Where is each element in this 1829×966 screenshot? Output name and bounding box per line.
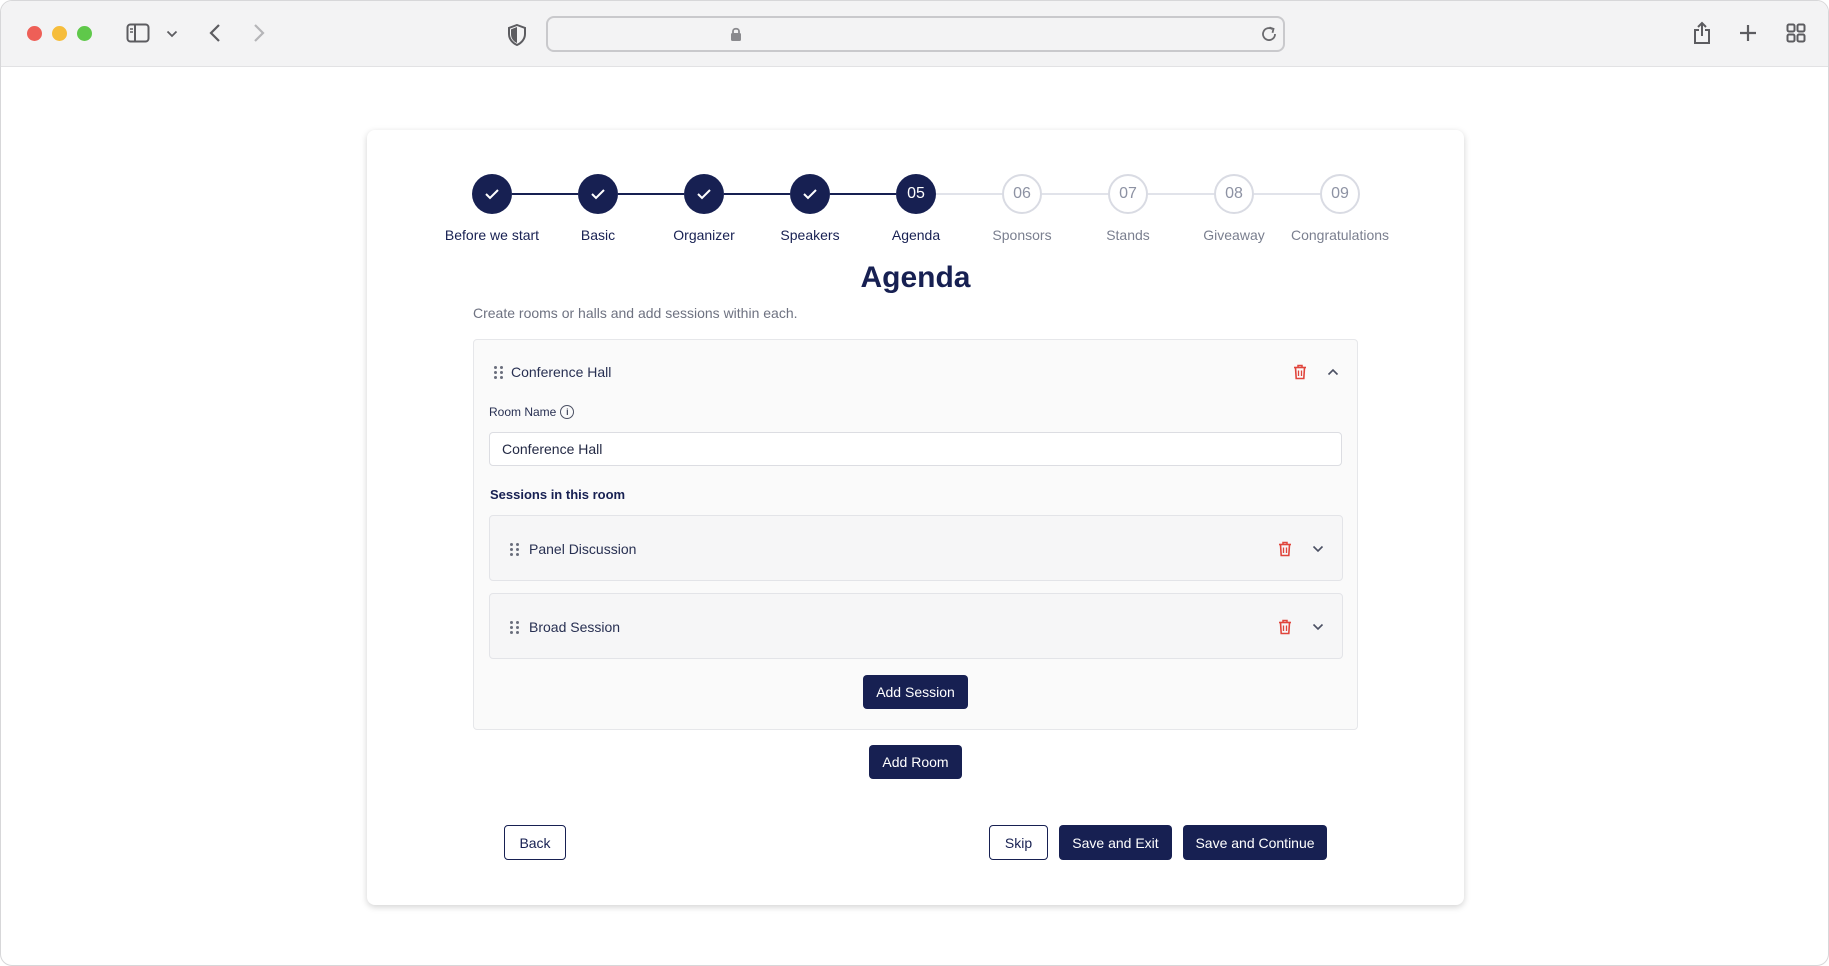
sidebar-toggle-icon[interactable] [125,21,151,45]
delete-session-trash-icon[interactable] [1276,618,1294,636]
page-description: Create rooms or halls and add sessions w… [473,305,798,321]
check-icon [578,174,618,214]
skip-button[interactable]: Skip [989,825,1048,860]
add-room-button[interactable]: Add Room [869,745,962,779]
chevron-down-icon[interactable] [1309,620,1327,634]
session-title: Broad Session [529,619,621,635]
back-arrow-icon[interactable] [205,21,225,45]
drag-handle-icon[interactable] [510,621,519,634]
check-icon [790,174,830,214]
drag-handle-icon[interactable] [494,366,503,379]
page-title: Agenda [860,261,971,294]
check-icon [684,174,724,214]
minimize-window-button[interactable] [52,26,67,41]
shield-icon[interactable] [506,23,528,47]
delete-room-trash-icon[interactable] [1291,363,1309,381]
room-title[interactable]: Conference Hall [511,364,611,380]
back-button[interactable]: Back [504,825,566,860]
tab-overview-icon[interactable] [1785,22,1807,44]
browser-window: Before we start Basic Organizer Speakers… [0,0,1829,966]
lock-icon [729,26,743,42]
session-item[interactable]: Broad Session [489,593,1343,659]
check-icon [472,174,512,214]
room-name-label: Room Name i [489,405,575,419]
forward-arrow-icon[interactable] [249,21,269,45]
sessions-heading: Sessions in this room [490,487,626,502]
new-tab-icon[interactable] [1737,22,1759,44]
drag-handle-icon[interactable] [510,543,519,556]
chevron-down-icon[interactable] [165,27,179,41]
step-number: 07 [1108,174,1148,214]
zoom-window-button[interactable] [77,26,92,41]
chevron-down-icon[interactable] [1309,542,1327,556]
step-number: 09 [1320,174,1360,214]
reload-icon[interactable] [1259,24,1279,44]
step-number: 08 [1214,174,1254,214]
chevron-up-icon[interactable] [1324,365,1342,379]
info-icon[interactable]: i [560,405,575,419]
step-congratulations[interactable]: 09 Congratulations [1275,174,1405,243]
session-item[interactable]: Panel Discussion [489,515,1343,581]
save-and-exit-button[interactable]: Save and Exit [1059,825,1172,860]
delete-session-trash-icon[interactable] [1276,540,1294,558]
step-number: 06 [1002,174,1042,214]
add-session-button[interactable]: Add Session [863,675,968,709]
session-title: Panel Discussion [529,541,637,557]
browser-toolbar [1,1,1828,67]
step-number: 05 [896,174,936,214]
address-bar[interactable] [546,16,1285,52]
room-name-label-text: Room Name [489,405,557,419]
close-window-button[interactable] [27,26,42,41]
step-label: Congratulations [1290,227,1390,243]
share-icon[interactable] [1691,19,1713,47]
save-and-continue-button[interactable]: Save and Continue [1183,825,1327,860]
room-name-input[interactable] [489,432,1342,466]
